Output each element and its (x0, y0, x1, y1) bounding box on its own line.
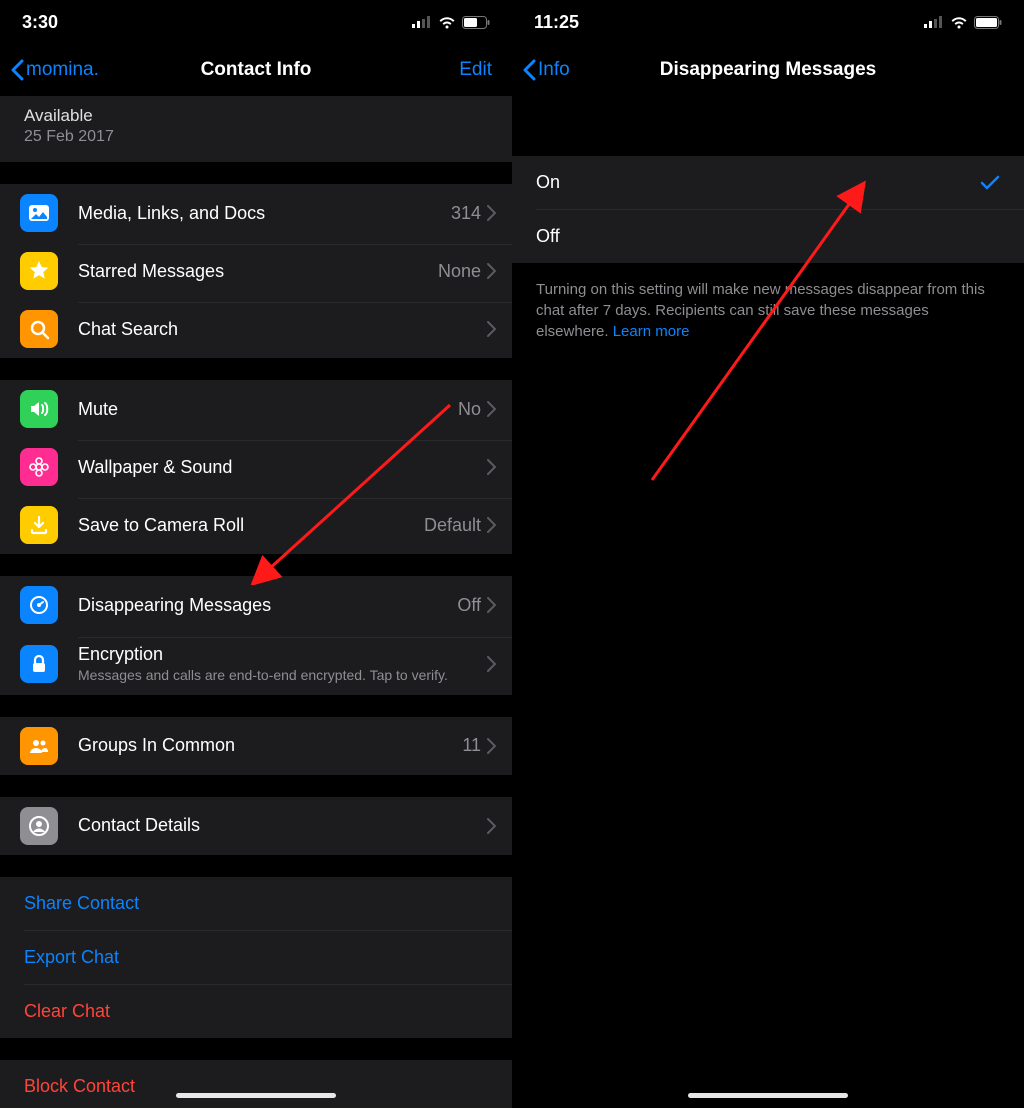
section-media: Media, Links, and Docs 314 Starred Messa… (0, 184, 512, 358)
value: Default (424, 515, 481, 536)
value: No (458, 399, 481, 420)
label: Wallpaper & Sound (78, 457, 487, 478)
value: 314 (451, 203, 481, 224)
battery-icon (974, 16, 1002, 29)
back-label: Info (538, 59, 570, 81)
timer-icon (20, 586, 58, 624)
learn-more-link[interactable]: Learn more (613, 323, 690, 340)
chevron-right-icon (487, 459, 496, 475)
option-label: On (536, 172, 560, 193)
contact-status-text: Available (24, 106, 488, 126)
chevron-right-icon (487, 263, 496, 279)
chevron-right-icon (487, 401, 496, 417)
label: Groups In Common (78, 735, 462, 756)
chevron-left-icon (522, 59, 536, 81)
wifi-icon (950, 16, 968, 29)
section-actions: Share Contact Export Chat Clear Chat (0, 877, 512, 1038)
footer-description: Turning on this setting will make new me… (512, 263, 1024, 358)
back-button[interactable]: momina. (10, 59, 99, 81)
status-indicators (924, 16, 1002, 29)
left-pane: 3:30 momina. Contact Info Edit Available… (0, 0, 512, 1108)
cellular-icon (924, 16, 944, 28)
home-indicator[interactable] (176, 1093, 336, 1098)
contact-status: Available 25 Feb 2017 (0, 96, 512, 162)
chevron-right-icon (487, 205, 496, 221)
label: Save to Camera Roll (78, 515, 424, 536)
row-chat-search[interactable]: Chat Search (0, 300, 512, 358)
download-icon (20, 506, 58, 544)
back-label: momina. (26, 59, 99, 81)
chevron-right-icon (487, 517, 496, 533)
option-list: On Off (512, 156, 1024, 263)
nav-title: Disappearing Messages (512, 59, 1024, 81)
lock-icon (20, 645, 58, 683)
back-button[interactable]: Info (522, 59, 570, 81)
chevron-right-icon (487, 321, 496, 337)
label: Mute (78, 399, 458, 420)
nav-bar: Info Disappearing Messages (512, 44, 1024, 96)
option-on[interactable]: On (512, 156, 1024, 209)
photo-icon (20, 194, 58, 232)
action-clear-chat[interactable]: Clear Chat (24, 984, 512, 1038)
group-icon (20, 727, 58, 765)
row-wallpaper-sound[interactable]: Wallpaper & Sound (0, 438, 512, 496)
label: Disappearing Messages (78, 595, 457, 616)
edit-button[interactable]: Edit (459, 59, 502, 81)
chevron-right-icon (487, 738, 496, 754)
row-save-camera-roll[interactable]: Save to Camera Roll Default (0, 496, 512, 554)
value: Off (457, 595, 481, 616)
action-export-chat[interactable]: Export Chat (24, 930, 512, 984)
label: Media, Links, and Docs (78, 203, 451, 224)
nav-bar: momina. Contact Info Edit (0, 44, 512, 96)
section-groups: Groups In Common 11 (0, 717, 512, 775)
flower-icon (20, 448, 58, 486)
label: Contact Details (78, 815, 487, 836)
cellular-icon (412, 16, 432, 28)
row-media-links-docs[interactable]: Media, Links, and Docs 314 (0, 184, 512, 242)
option-label: Off (536, 226, 560, 247)
value: None (438, 261, 481, 282)
row-groups-in-common[interactable]: Groups In Common 11 (0, 717, 512, 775)
star-icon (20, 252, 58, 290)
status-bar: 11:25 (512, 0, 1024, 44)
search-icon (20, 310, 58, 348)
battery-icon (462, 16, 490, 29)
section-privacy: Disappearing Messages Off Encryption Mes… (0, 576, 512, 695)
row-contact-details[interactable]: Contact Details (0, 797, 512, 855)
home-indicator[interactable] (688, 1093, 848, 1098)
status-time: 3:30 (22, 12, 58, 33)
chevron-right-icon (487, 656, 496, 672)
row-mute[interactable]: Mute No (0, 380, 512, 438)
contact-icon (20, 807, 58, 845)
chevron-right-icon (487, 818, 496, 834)
value: 11 (462, 735, 481, 756)
row-disappearing-messages[interactable]: Disappearing Messages Off (0, 576, 512, 634)
contact-status-date: 25 Feb 2017 (24, 128, 488, 146)
chevron-left-icon (10, 59, 24, 81)
right-pane: 11:25 Info Disappearing Messages On Off … (512, 0, 1024, 1108)
label: Chat Search (78, 319, 487, 340)
section-settings: Mute No Wallpaper & Sound Save to Camera… (0, 380, 512, 554)
label: Encryption Messages and calls are end-to… (78, 644, 487, 685)
section-block: Block Contact (0, 1060, 512, 1108)
row-encryption[interactable]: Encryption Messages and calls are end-to… (0, 634, 512, 695)
option-off[interactable]: Off (536, 209, 1024, 263)
action-share-contact[interactable]: Share Contact (0, 877, 512, 930)
chevron-right-icon (487, 597, 496, 613)
speaker-icon (20, 390, 58, 428)
action-block-contact[interactable]: Block Contact (0, 1060, 512, 1108)
section-details: Contact Details (0, 797, 512, 855)
label: Starred Messages (78, 261, 438, 282)
checkmark-icon (980, 175, 1000, 191)
status-time: 11:25 (534, 12, 579, 33)
status-indicators (412, 16, 490, 29)
row-starred-messages[interactable]: Starred Messages None (0, 242, 512, 300)
sub-label: Messages and calls are end-to-end encryp… (78, 667, 487, 685)
status-bar: 3:30 (0, 0, 512, 44)
wifi-icon (438, 16, 456, 29)
